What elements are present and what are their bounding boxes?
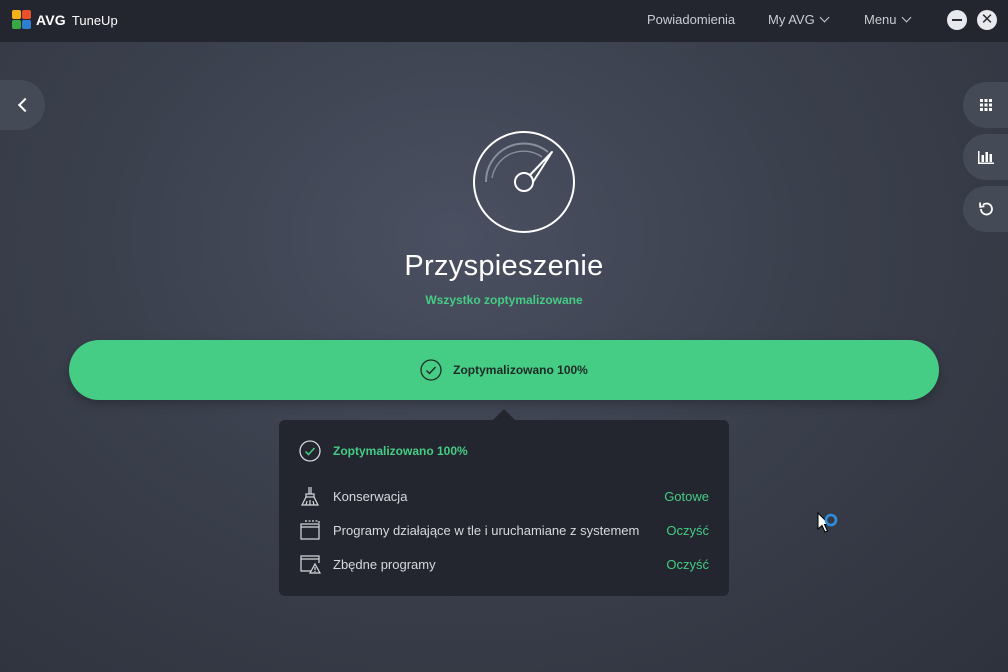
- stats-button[interactable]: [963, 134, 1008, 180]
- my-avg-dropdown[interactable]: My AVG: [768, 12, 830, 27]
- progress-label: Zoptymalizowano 100%: [453, 363, 588, 377]
- list-item-label: Programy działające w tle i uruchamiane …: [333, 522, 640, 538]
- menu-label: Menu: [864, 12, 897, 27]
- optimization-progress-bar[interactable]: Zoptymalizowano 100%: [69, 340, 939, 400]
- optimization-details-panel: Zoptymalizowano 100% Konserwacja Gotowe …: [279, 420, 729, 596]
- title-bar: AVG TuneUp Powiadomienia My AVG Menu ✕: [0, 0, 1008, 42]
- maintenance-status: Gotowe: [664, 488, 709, 504]
- page-subtitle: Wszystko zoptymalizowane: [425, 293, 583, 307]
- warning-window-icon: [300, 555, 321, 574]
- apps-button[interactable]: [963, 82, 1008, 128]
- grid-icon: [979, 99, 992, 111]
- minimize-button[interactable]: [947, 10, 967, 30]
- close-icon: ✕: [980, 11, 994, 28]
- list-item-unneeded-programs: Zbędne programy Oczyść: [299, 552, 709, 576]
- notifications-label: Powiadomienia: [647, 12, 736, 27]
- chevron-down-icon: [901, 12, 911, 23]
- minimize-icon: [952, 19, 962, 21]
- menu-dropdown[interactable]: Menu: [864, 12, 911, 27]
- background-programs-clean-link[interactable]: Oczyść: [666, 523, 709, 538]
- broom-icon: [301, 487, 319, 506]
- unneeded-programs-clean-link[interactable]: Oczyść: [666, 557, 709, 572]
- panel-header: Zoptymalizowano 100%: [299, 440, 468, 462]
- list-item-label: Konserwacja: [333, 488, 408, 504]
- list-item-label: Zbędne programy: [333, 556, 436, 572]
- back-button[interactable]: [0, 80, 45, 130]
- speedometer-icon: [472, 130, 576, 234]
- startup-window-icon: [300, 520, 320, 540]
- list-item-background-programs: Programy działające w tle i uruchamiane …: [299, 518, 709, 542]
- page-title: Przyspieszenie: [404, 250, 604, 282]
- panel-header-label: Zoptymalizowano 100%: [333, 444, 468, 458]
- busy-cursor-icon: [817, 511, 843, 545]
- my-avg-label: My AVG: [768, 12, 815, 27]
- list-item-maintenance: Konserwacja Gotowe: [299, 484, 709, 508]
- chevron-left-icon: [17, 97, 32, 113]
- check-circle-icon: [420, 359, 442, 381]
- avg-logo-icon: [12, 10, 32, 30]
- chevron-down-icon: [819, 12, 830, 23]
- avg-logo: AVG TuneUp: [12, 10, 118, 30]
- notifications-link[interactable]: Powiadomienia: [647, 12, 735, 27]
- bar-chart-icon: [977, 151, 994, 164]
- undo-button[interactable]: [963, 186, 1008, 232]
- close-button[interactable]: ✕: [977, 10, 997, 30]
- product-name: TuneUp: [71, 12, 118, 28]
- undo-icon: [978, 202, 993, 216]
- check-circle-icon: [299, 440, 321, 462]
- brand-name: AVG: [36, 12, 66, 28]
